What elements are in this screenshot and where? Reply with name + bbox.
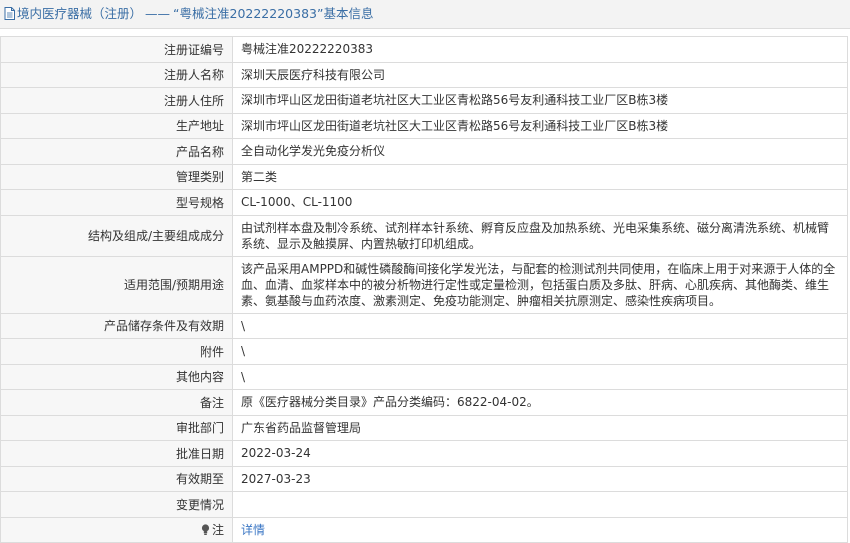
table-row: 产品名称 全自动化学发光免疫分析仪: [0, 138, 848, 165]
document-icon: [4, 2, 15, 28]
note-label-cell: 注: [0, 516, 233, 543]
table-row: 注册人名称 深圳天辰医疗科技有限公司: [0, 61, 848, 88]
row-label: 生产地址: [0, 112, 233, 139]
table-row: 其他内容 \: [0, 363, 848, 390]
row-value: 第二类: [232, 163, 848, 190]
row-label: 注册证编号: [0, 36, 233, 63]
row-value: 深圳市坪山区龙田街道老坑社区大工业区青松路56号友利通科技工业厂区B栋3楼: [232, 87, 848, 114]
row-value: 深圳市坪山区龙田街道老坑社区大工业区青松路56号友利通科技工业厂区B栋3楼: [232, 112, 848, 139]
table-row: 有效期至 2027-03-23: [0, 465, 848, 492]
row-label: 变更情况: [0, 491, 233, 518]
table-row-note: 注 详情: [0, 516, 848, 543]
row-label: 其他内容: [0, 363, 233, 390]
lightbulb-icon: [201, 524, 210, 539]
row-value: 粤械注准20222220383: [232, 36, 848, 63]
row-label: 备注: [0, 389, 233, 416]
note-value: 详情: [232, 516, 848, 543]
row-label: 有效期至: [0, 465, 233, 492]
table-row: 管理类别 第二类: [0, 163, 848, 190]
row-value: 该产品采用AMPPD和碱性磷酸酶间接化学发光法，与配套的检测试剂共同使用，在临床…: [232, 255, 848, 314]
row-value: 广东省药品监督管理局: [232, 414, 848, 441]
row-label: 产品储存条件及有效期: [0, 312, 233, 339]
row-label: 产品名称: [0, 138, 233, 165]
details-link[interactable]: 详情: [241, 523, 265, 537]
table-row: 审批部门 广东省药品监督管理局: [0, 414, 848, 441]
table-row: 变更情况: [0, 491, 848, 518]
row-value: [232, 491, 848, 518]
table-row: 型号规格 CL-1000、CL-1100: [0, 189, 848, 216]
table-row: 产品储存条件及有效期 \: [0, 312, 848, 339]
row-label: 批准日期: [0, 440, 233, 467]
row-value: 原《医疗器械分类目录》产品分类编码：6822-04-02。: [232, 389, 848, 416]
row-value: 全自动化学发光免疫分析仪: [232, 138, 848, 165]
row-label: 型号规格: [0, 189, 233, 216]
row-value: \: [232, 338, 848, 365]
row-label: 注册人名称: [0, 61, 233, 88]
row-value: \: [232, 363, 848, 390]
row-label: 附件: [0, 338, 233, 365]
table-row: 附件 \: [0, 338, 848, 365]
table-row: 适用范围/预期用途 该产品采用AMPPD和碱性磷酸酶间接化学发光法，与配套的检测…: [0, 255, 848, 314]
info-table: 注册证编号 粤械注准20222220383 注册人名称 深圳天辰医疗科技有限公司…: [0, 36, 848, 543]
header-category[interactable]: 境内医疗器械（注册）: [17, 6, 142, 21]
row-label: 审批部门: [0, 414, 233, 441]
table-row: 批准日期 2022-03-24: [0, 440, 848, 467]
row-label: 适用范围/预期用途: [0, 255, 233, 314]
page-header: 境内医疗器械（注册） —— “粤械注准20222220383”基本信息: [0, 0, 850, 29]
row-value: 2022-03-24: [232, 440, 848, 467]
row-label: 注册人住所: [0, 87, 233, 114]
row-label: 管理类别: [0, 163, 233, 190]
row-value: 深圳天辰医疗科技有限公司: [232, 61, 848, 88]
table-row: 结构及组成/主要组成成分 由试剂样本盘及制冷系统、试剂样本针系统、孵育反应盘及加…: [0, 214, 848, 257]
table-row: 生产地址 深圳市坪山区龙田街道老坑社区大工业区青松路56号友利通科技工业厂区B栋…: [0, 112, 848, 139]
header-separator: ——: [145, 6, 171, 21]
row-value: 由试剂样本盘及制冷系统、试剂样本针系统、孵育反应盘及加热系统、光电采集系统、磁分…: [232, 214, 848, 257]
row-value: \: [232, 312, 848, 339]
page-title: “粤械注准20222220383”基本信息: [173, 6, 374, 21]
row-value: 2027-03-23: [232, 465, 848, 492]
table-row: 备注 原《医疗器械分类目录》产品分类编码：6822-04-02。: [0, 389, 848, 416]
note-label: 注: [211, 522, 224, 537]
table-row: 注册证编号 粤械注准20222220383: [0, 36, 848, 63]
row-label: 结构及组成/主要组成成分: [0, 214, 233, 257]
row-value: CL-1000、CL-1100: [232, 189, 848, 216]
table-row: 注册人住所 深圳市坪山区龙田街道老坑社区大工业区青松路56号友利通科技工业厂区B…: [0, 87, 848, 114]
